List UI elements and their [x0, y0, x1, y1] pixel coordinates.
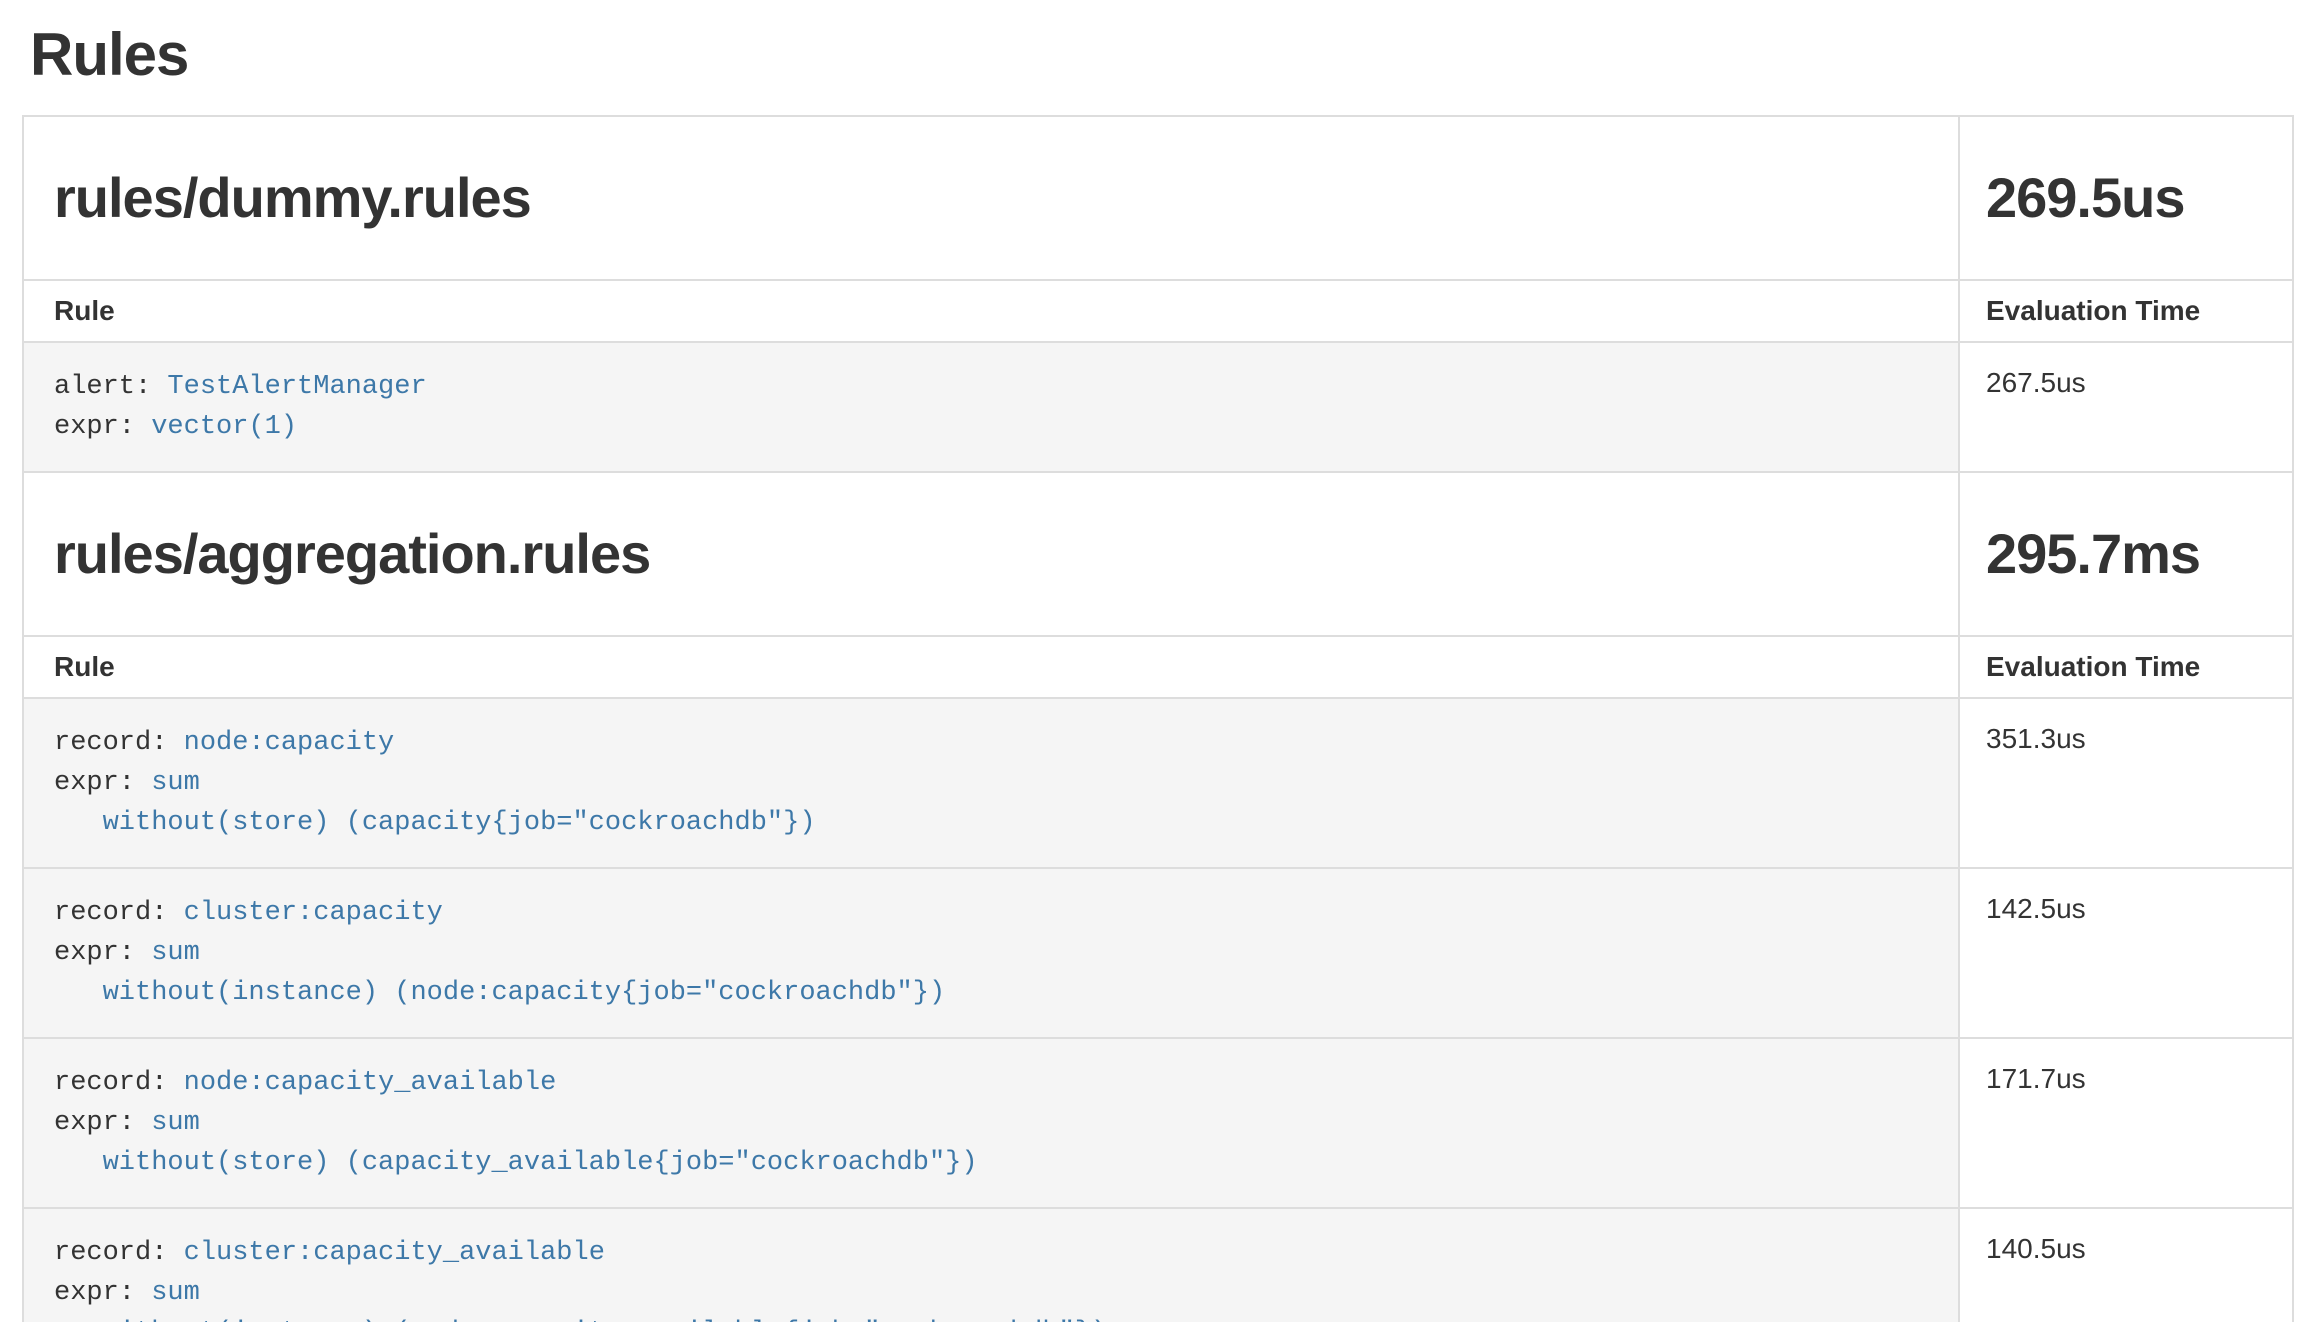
rule-row: record: node:capacity_available expr: su…: [24, 1037, 1960, 1207]
group-title: rules/aggregation.rules: [24, 471, 1960, 635]
rule-evaluation-time: 142.5us: [1960, 867, 2292, 1037]
rule-field-key: expr:: [54, 1108, 151, 1138]
rule-expr-link[interactable]: vector(1): [151, 412, 297, 442]
rule-evaluation-time: 351.3us: [1960, 697, 2292, 867]
rule-definition: record: cluster:capacity expr: sum witho…: [54, 893, 1928, 1013]
group-title: rules/dummy.rules: [24, 117, 1960, 279]
rule-name-link[interactable]: TestAlertManager: [167, 372, 426, 402]
rule-row: record: node:capacity expr: sum without(…: [24, 697, 1960, 867]
evaluation-time-column-header: Evaluation Time: [1960, 635, 2292, 697]
rule-row: alert: TestAlertManager expr: vector(1): [24, 341, 1960, 471]
rule-field-key: expr:: [54, 938, 151, 968]
rule-definition: record: cluster:capacity_available expr:…: [54, 1233, 1928, 1322]
rule-field-key: alert:: [54, 372, 167, 402]
rule-field-key: record:: [54, 1068, 184, 1098]
group-evaluation-total: 269.5us: [1960, 117, 2292, 279]
rule-field-key: expr:: [54, 412, 151, 442]
rule-expr-link[interactable]: sum: [151, 768, 200, 798]
rule-evaluation-time: 171.7us: [1960, 1037, 2292, 1207]
rule-name-link[interactable]: node:capacity: [184, 728, 395, 758]
group-evaluation-total: 295.7ms: [1960, 471, 2292, 635]
rule-definition: record: node:capacity expr: sum without(…: [54, 723, 1928, 843]
rule-expr-link[interactable]: sum: [151, 938, 200, 968]
rule-expr-link[interactable]: without(instance) (node:capacity_availab…: [54, 1318, 1107, 1322]
page-title: Rules: [30, 20, 2294, 89]
rule-row: record: cluster:capacity expr: sum witho…: [24, 867, 1960, 1037]
rule-column-header: Rule: [24, 279, 1960, 341]
rule-field-key: expr:: [54, 768, 151, 798]
rules-page: Rules rules/dummy.rules269.5usRuleEvalua…: [0, 0, 2316, 1322]
rule-expr-link[interactable]: without(store) (capacity_available{job="…: [54, 1148, 978, 1178]
evaluation-time-column-header: Evaluation Time: [1960, 279, 2292, 341]
rule-evaluation-time: 267.5us: [1960, 341, 2292, 471]
rules-table: rules/dummy.rules269.5usRuleEvaluation T…: [22, 115, 2294, 1322]
rule-name-link[interactable]: cluster:capacity_available: [184, 1238, 605, 1268]
rule-row: record: cluster:capacity_available expr:…: [24, 1207, 1960, 1322]
rule-expr-link[interactable]: without(store) (capacity{job="cockroachd…: [54, 808, 816, 838]
rule-definition: record: node:capacity_available expr: su…: [54, 1063, 1928, 1183]
rule-field-key: record:: [54, 898, 184, 928]
rule-field-key: record:: [54, 728, 184, 758]
rule-name-link[interactable]: node:capacity_available: [184, 1068, 557, 1098]
rule-definition: alert: TestAlertManager expr: vector(1): [54, 367, 1928, 447]
rule-column-header: Rule: [24, 635, 1960, 697]
rule-field-key: expr:: [54, 1278, 151, 1308]
rule-expr-link[interactable]: sum: [151, 1278, 200, 1308]
rule-expr-link[interactable]: without(instance) (node:capacity{job="co…: [54, 978, 945, 1008]
rule-name-link[interactable]: cluster:capacity: [184, 898, 443, 928]
rule-expr-link[interactable]: sum: [151, 1108, 200, 1138]
rule-field-key: record:: [54, 1238, 184, 1268]
rule-evaluation-time: 140.5us: [1960, 1207, 2292, 1322]
